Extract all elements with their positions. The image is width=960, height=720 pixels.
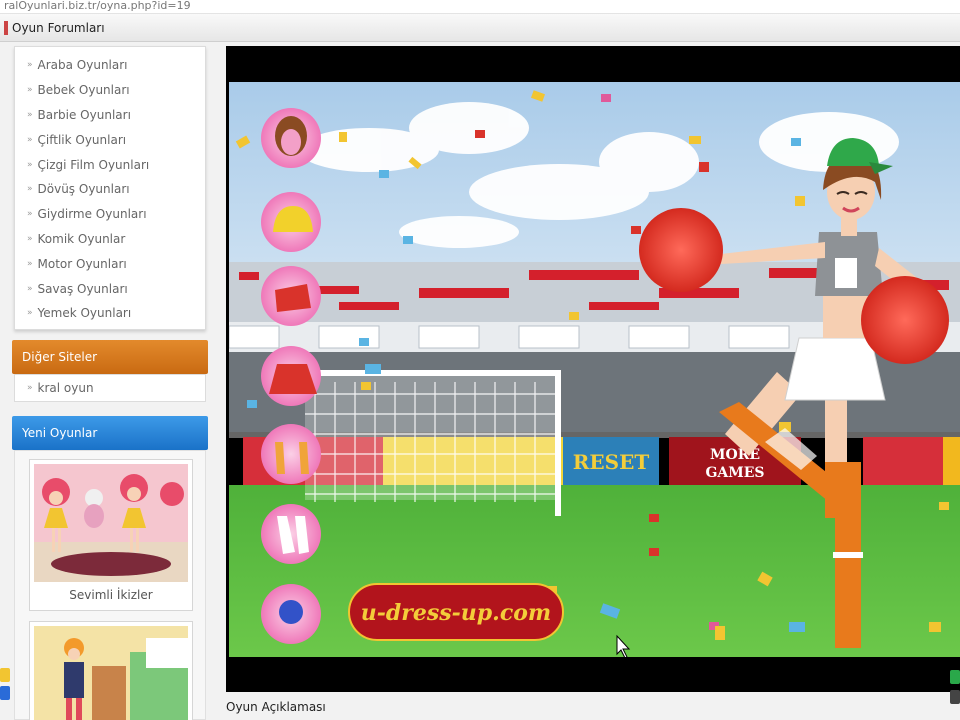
new-games-list: Sevimli İkizler <box>14 450 206 720</box>
other-sites-header: Diğer Siteler <box>12 340 208 374</box>
game-card-sevimli-ikizler[interactable]: Sevimli İkizler <box>29 459 193 611</box>
tool-top[interactable] <box>261 266 321 326</box>
reset-button-label: RESET <box>573 450 650 474</box>
game-thumbnail[interactable] <box>34 626 188 720</box>
double-chevron-icon: » <box>27 60 32 71</box>
pompom-icon <box>279 600 303 624</box>
category-item-ciftlik[interactable]: » Çiftlik Oyunları <box>15 127 205 152</box>
more-games-label-line2: GAMES <box>705 465 764 481</box>
game-frame: RESET MORE GAMES u-dress-up.com <box>226 46 960 692</box>
category-item-araba[interactable]: » Araba Oyunları <box>15 53 205 78</box>
logo-text: u-dress-up.com <box>361 600 551 626</box>
edge-icon-green <box>950 670 960 684</box>
edge-icon-dark <box>950 690 960 704</box>
pompom-right <box>861 276 949 364</box>
reset-button[interactable]: RESET <box>563 437 659 485</box>
browser-tab[interactable]: Oyun Forumları <box>0 14 960 42</box>
category-item-cizgi-film[interactable]: » Çizgi Film Oyunları <box>15 152 205 177</box>
game-scene: RESET MORE GAMES u-dress-up.com <box>229 82 960 657</box>
double-chevron-icon: » <box>27 184 32 195</box>
new-games-header: Yeni Oyunlar <box>12 416 208 450</box>
main-content: RESET MORE GAMES u-dress-up.com Oyun Açı… <box>226 46 960 720</box>
double-chevron-icon: » <box>27 308 32 319</box>
pompom-left <box>639 208 723 292</box>
sidebar: » Araba Oyunları » Bebek Oyunları » Barbie … <box>10 46 210 720</box>
game-card-title[interactable]: Sevimli İkizler <box>30 588 192 602</box>
tool-socks[interactable] <box>261 504 321 564</box>
double-chevron-icon: » <box>27 209 32 220</box>
category-item-motor[interactable]: » Motor Oyunları <box>15 251 205 276</box>
category-item-savas[interactable]: » Savaş Oyunları <box>15 276 205 301</box>
other-site-item-kral-oyun[interactable]: » kral oyun <box>14 374 206 402</box>
tool-pompom[interactable] <box>261 584 321 644</box>
category-item-giydirme[interactable]: » Giydirme Oyunları <box>15 202 205 227</box>
category-item-dovus[interactable]: » Dövüş Oyunları <box>15 177 205 202</box>
double-chevron-icon: » <box>27 109 32 120</box>
goal-net <box>305 370 561 516</box>
tool-cap[interactable] <box>261 192 321 252</box>
twins-illustration <box>34 464 188 582</box>
tab-title: Oyun Forumları <box>12 20 105 35</box>
edge-icon-yellow <box>0 668 10 682</box>
edge-icon-blue <box>0 686 10 700</box>
game-description-text <box>226 716 926 720</box>
category-item-bebek[interactable]: » Bebek Oyunları <box>15 78 205 103</box>
double-chevron-icon: » <box>27 283 32 294</box>
tool-skirt[interactable] <box>261 346 321 406</box>
double-chevron-icon: » <box>27 383 32 393</box>
category-item-komik[interactable]: » Komik Oyunlar <box>15 227 205 252</box>
game-thumbnail[interactable] <box>34 464 188 582</box>
category-list: » Araba Oyunları » Bebek Oyunları » Barbie … <box>14 46 206 330</box>
category-item-barbie[interactable]: » Barbie Oyunları <box>15 103 205 128</box>
category-item-yemek[interactable]: » Yemek Oyunları <box>15 301 205 326</box>
favicon-icon <box>4 20 8 35</box>
game-card-2[interactable] <box>29 621 193 720</box>
room-illustration <box>34 626 188 720</box>
double-chevron-icon: » <box>27 159 32 170</box>
double-chevron-icon: » <box>27 134 32 145</box>
address-bar[interactable]: ralOyunlari.biz.tr/oyna.php?id=19 <box>0 0 960 14</box>
double-chevron-icon: » <box>27 233 32 244</box>
tool-hair[interactable] <box>261 108 321 168</box>
udressup-logo[interactable]: u-dress-up.com <box>348 583 564 641</box>
double-chevron-icon: » <box>27 85 32 96</box>
double-chevron-icon: » <box>27 258 32 269</box>
tool-shoes[interactable] <box>261 424 321 484</box>
game-canvas[interactable]: RESET MORE GAMES u-dress-up.com <box>229 82 960 657</box>
game-description-title: Oyun Açıklaması <box>226 700 326 714</box>
